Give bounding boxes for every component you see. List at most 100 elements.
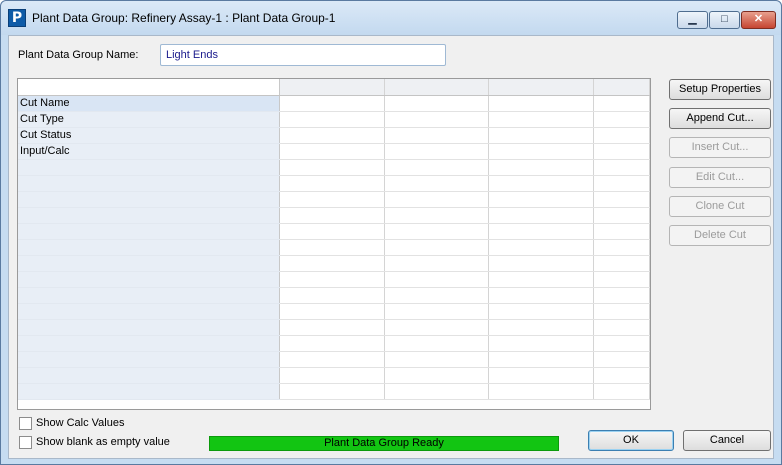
grid-cell[interactable] xyxy=(488,271,595,288)
grid-cell[interactable] xyxy=(593,111,650,128)
setup-properties-button[interactable]: Setup Properties xyxy=(669,79,771,100)
grid-cell[interactable] xyxy=(593,255,650,272)
grid-cell[interactable] xyxy=(279,255,385,272)
grid-cell[interactable] xyxy=(279,95,385,112)
grid-cell[interactable] xyxy=(279,207,385,224)
grid-cell[interactable] xyxy=(384,303,490,320)
grid-cell[interactable] xyxy=(593,319,650,336)
grid-row xyxy=(18,207,650,224)
grid-cell[interactable] xyxy=(279,175,385,192)
grid-cell[interactable] xyxy=(279,287,385,304)
grid-cell[interactable] xyxy=(384,95,490,112)
window-title: Plant Data Group: Refinery Assay-1 : Pla… xyxy=(32,11,336,25)
grid-cell[interactable] xyxy=(593,175,650,192)
grid-cell[interactable] xyxy=(279,319,385,336)
grid-cell[interactable] xyxy=(593,351,650,368)
grid-cell[interactable] xyxy=(279,143,385,160)
grid-cell[interactable] xyxy=(384,239,490,256)
grid-cell[interactable] xyxy=(593,207,650,224)
grid-cell[interactable] xyxy=(279,351,385,368)
grid-cell[interactable] xyxy=(384,175,490,192)
grid-cell[interactable] xyxy=(593,287,650,304)
grid-cell[interactable] xyxy=(593,143,650,160)
grid-cell[interactable] xyxy=(488,383,595,400)
title-bar[interactable]: P Plant Data Group: Refinery Assay-1 : P… xyxy=(1,1,781,35)
column-header-cell[interactable] xyxy=(279,79,385,96)
edit-cut-button[interactable]: Edit Cut... xyxy=(669,167,771,188)
row-header-cell xyxy=(18,175,280,192)
grid-cell[interactable] xyxy=(279,271,385,288)
close-icon[interactable]: ✕ xyxy=(741,11,776,29)
grid-cell[interactable] xyxy=(384,335,490,352)
append-cut-button[interactable]: Append Cut... xyxy=(669,108,771,129)
grid-cell[interactable] xyxy=(488,175,595,192)
clone-cut-button[interactable]: Clone Cut xyxy=(669,196,771,217)
grid-cell[interactable] xyxy=(488,207,595,224)
cut-grid[interactable]: Cut Name Cut Type Cut Status Input/Calc xyxy=(17,78,651,410)
grid-cell[interactable] xyxy=(488,351,595,368)
grid-cell[interactable] xyxy=(593,335,650,352)
grid-cell[interactable] xyxy=(593,303,650,320)
grid-cell[interactable] xyxy=(593,223,650,240)
grid-cell[interactable] xyxy=(279,239,385,256)
grid-cell[interactable] xyxy=(488,319,595,336)
column-header-cell[interactable] xyxy=(593,79,650,96)
grid-cell[interactable] xyxy=(384,271,490,288)
grid-cell[interactable] xyxy=(279,191,385,208)
grid-cell[interactable] xyxy=(488,303,595,320)
grid-cell[interactable] xyxy=(384,319,490,336)
grid-cell[interactable] xyxy=(279,127,385,144)
grid-cell[interactable] xyxy=(384,111,490,128)
grid-cell[interactable] xyxy=(384,287,490,304)
show-calc-values-checkbox[interactable] xyxy=(19,417,32,430)
grid-cell[interactable] xyxy=(488,111,595,128)
grid-cell[interactable] xyxy=(488,95,595,112)
grid-cell[interactable] xyxy=(384,351,490,368)
show-blank-checkbox[interactable] xyxy=(19,436,32,449)
grid-cell[interactable] xyxy=(384,383,490,400)
grid-cell[interactable] xyxy=(593,191,650,208)
grid-cell[interactable] xyxy=(593,159,650,176)
grid-cell[interactable] xyxy=(488,143,595,160)
ok-button[interactable]: OK xyxy=(588,430,674,451)
grid-cell[interactable] xyxy=(279,383,385,400)
grid-cell[interactable] xyxy=(279,159,385,176)
grid-cell[interactable] xyxy=(488,191,595,208)
grid-cell[interactable] xyxy=(279,223,385,240)
grid-cell[interactable] xyxy=(384,159,490,176)
cancel-button[interactable]: Cancel xyxy=(683,430,771,451)
minimize-icon[interactable]: ▁ xyxy=(677,11,708,29)
maximize-icon[interactable]: □ xyxy=(709,11,740,29)
grid-cell[interactable] xyxy=(279,367,385,384)
grid-cell[interactable] xyxy=(279,303,385,320)
grid-cell[interactable] xyxy=(488,223,595,240)
grid-cell[interactable] xyxy=(488,335,595,352)
delete-cut-button[interactable]: Delete Cut xyxy=(669,225,771,246)
grid-cell[interactable] xyxy=(593,271,650,288)
column-header-cell[interactable] xyxy=(488,79,595,96)
grid-cell[interactable] xyxy=(279,335,385,352)
grid-cell[interactable] xyxy=(384,223,490,240)
grid-cell[interactable] xyxy=(593,383,650,400)
grid-cell[interactable] xyxy=(384,143,490,160)
grid-cell[interactable] xyxy=(488,287,595,304)
grid-cell[interactable] xyxy=(593,127,650,144)
grid-cell[interactable] xyxy=(593,95,650,112)
grid-cell[interactable] xyxy=(488,159,595,176)
column-header-cell[interactable] xyxy=(384,79,490,96)
grid-cell[interactable] xyxy=(384,191,490,208)
insert-cut-button[interactable]: Insert Cut... xyxy=(669,137,771,158)
grid-cell[interactable] xyxy=(488,127,595,144)
grid-cell[interactable] xyxy=(488,367,595,384)
grid-cell[interactable] xyxy=(593,239,650,256)
grid-cell[interactable] xyxy=(488,255,595,272)
grid-cell[interactable] xyxy=(488,239,595,256)
group-name-input[interactable] xyxy=(160,44,446,66)
grid-cell[interactable] xyxy=(593,367,650,384)
row-header-cell xyxy=(18,223,280,240)
grid-cell[interactable] xyxy=(279,111,385,128)
grid-cell[interactable] xyxy=(384,127,490,144)
grid-cell[interactable] xyxy=(384,367,490,384)
grid-cell[interactable] xyxy=(384,255,490,272)
grid-cell[interactable] xyxy=(384,207,490,224)
